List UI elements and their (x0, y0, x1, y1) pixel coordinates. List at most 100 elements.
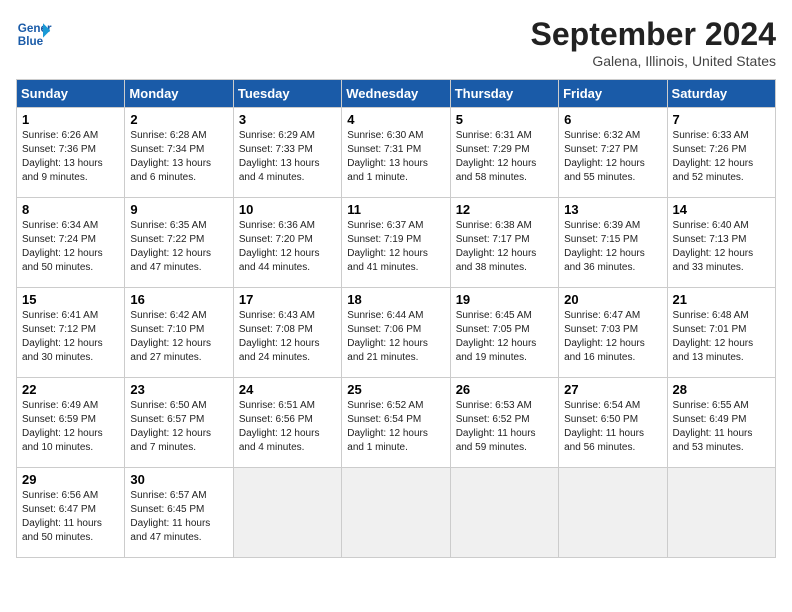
week-row-5: 29 Sunrise: 6:56 AMSunset: 6:47 PMDaylig… (17, 468, 776, 558)
day-info: Sunrise: 6:45 AMSunset: 7:05 PMDaylight:… (456, 310, 537, 363)
day-number: 25 (347, 382, 444, 397)
calendar-cell: 9 Sunrise: 6:35 AMSunset: 7:22 PMDayligh… (125, 198, 233, 288)
logo-icon: General Blue (16, 16, 52, 52)
calendar-cell: 19 Sunrise: 6:45 AMSunset: 7:05 PMDaylig… (450, 288, 558, 378)
day-number: 10 (239, 202, 336, 217)
day-number: 22 (22, 382, 119, 397)
day-info: Sunrise: 6:49 AMSunset: 6:59 PMDaylight:… (22, 400, 103, 453)
calendar-cell: 11 Sunrise: 6:37 AMSunset: 7:19 PMDaylig… (342, 198, 450, 288)
calendar-cell: 7 Sunrise: 6:33 AMSunset: 7:26 PMDayligh… (667, 108, 775, 198)
weekday-header-friday: Friday (559, 80, 667, 108)
day-info: Sunrise: 6:34 AMSunset: 7:24 PMDaylight:… (22, 220, 103, 273)
day-info: Sunrise: 6:31 AMSunset: 7:29 PMDaylight:… (456, 130, 537, 183)
day-info: Sunrise: 6:48 AMSunset: 7:01 PMDaylight:… (673, 310, 754, 363)
calendar-cell: 24 Sunrise: 6:51 AMSunset: 6:56 PMDaylig… (233, 378, 341, 468)
day-info: Sunrise: 6:41 AMSunset: 7:12 PMDaylight:… (22, 310, 103, 363)
day-number: 6 (564, 112, 661, 127)
day-info: Sunrise: 6:56 AMSunset: 6:47 PMDaylight:… (22, 490, 102, 543)
calendar-cell: 18 Sunrise: 6:44 AMSunset: 7:06 PMDaylig… (342, 288, 450, 378)
day-info: Sunrise: 6:37 AMSunset: 7:19 PMDaylight:… (347, 220, 428, 273)
day-number: 18 (347, 292, 444, 307)
calendar-cell: 20 Sunrise: 6:47 AMSunset: 7:03 PMDaylig… (559, 288, 667, 378)
day-number: 16 (130, 292, 227, 307)
day-number: 11 (347, 202, 444, 217)
day-info: Sunrise: 6:51 AMSunset: 6:56 PMDaylight:… (239, 400, 320, 453)
day-info: Sunrise: 6:52 AMSunset: 6:54 PMDaylight:… (347, 400, 428, 453)
day-number: 2 (130, 112, 227, 127)
day-number: 14 (673, 202, 770, 217)
day-info: Sunrise: 6:50 AMSunset: 6:57 PMDaylight:… (130, 400, 211, 453)
day-number: 17 (239, 292, 336, 307)
day-info: Sunrise: 6:38 AMSunset: 7:17 PMDaylight:… (456, 220, 537, 273)
week-row-2: 8 Sunrise: 6:34 AMSunset: 7:24 PMDayligh… (17, 198, 776, 288)
day-number: 3 (239, 112, 336, 127)
calendar-cell: 22 Sunrise: 6:49 AMSunset: 6:59 PMDaylig… (17, 378, 125, 468)
day-number: 23 (130, 382, 227, 397)
calendar-cell: 30 Sunrise: 6:57 AMSunset: 6:45 PMDaylig… (125, 468, 233, 558)
day-info: Sunrise: 6:33 AMSunset: 7:26 PMDaylight:… (673, 130, 754, 183)
calendar-cell (450, 468, 558, 558)
day-info: Sunrise: 6:57 AMSunset: 6:45 PMDaylight:… (130, 490, 210, 543)
calendar-cell (233, 468, 341, 558)
calendar-cell: 21 Sunrise: 6:48 AMSunset: 7:01 PMDaylig… (667, 288, 775, 378)
calendar-cell: 15 Sunrise: 6:41 AMSunset: 7:12 PMDaylig… (17, 288, 125, 378)
day-number: 21 (673, 292, 770, 307)
day-number: 12 (456, 202, 553, 217)
day-number: 29 (22, 472, 119, 487)
calendar-cell: 26 Sunrise: 6:53 AMSunset: 6:52 PMDaylig… (450, 378, 558, 468)
day-number: 27 (564, 382, 661, 397)
day-info: Sunrise: 6:39 AMSunset: 7:15 PMDaylight:… (564, 220, 645, 273)
calendar-cell (667, 468, 775, 558)
calendar-cell: 5 Sunrise: 6:31 AMSunset: 7:29 PMDayligh… (450, 108, 558, 198)
day-info: Sunrise: 6:35 AMSunset: 7:22 PMDaylight:… (130, 220, 211, 273)
calendar-cell: 28 Sunrise: 6:55 AMSunset: 6:49 PMDaylig… (667, 378, 775, 468)
day-number: 5 (456, 112, 553, 127)
day-info: Sunrise: 6:40 AMSunset: 7:13 PMDaylight:… (673, 220, 754, 273)
calendar-cell: 4 Sunrise: 6:30 AMSunset: 7:31 PMDayligh… (342, 108, 450, 198)
calendar-cell: 1 Sunrise: 6:26 AMSunset: 7:36 PMDayligh… (17, 108, 125, 198)
calendar-cell: 12 Sunrise: 6:38 AMSunset: 7:17 PMDaylig… (450, 198, 558, 288)
day-info: Sunrise: 6:55 AMSunset: 6:49 PMDaylight:… (673, 400, 753, 453)
svg-text:Blue: Blue (18, 35, 44, 48)
calendar-header-row: SundayMondayTuesdayWednesdayThursdayFrid… (17, 80, 776, 108)
calendar-cell: 8 Sunrise: 6:34 AMSunset: 7:24 PMDayligh… (17, 198, 125, 288)
day-number: 8 (22, 202, 119, 217)
weekday-header-thursday: Thursday (450, 80, 558, 108)
title-block: September 2024 Galena, Illinois, United … (531, 16, 776, 69)
calendar-cell: 23 Sunrise: 6:50 AMSunset: 6:57 PMDaylig… (125, 378, 233, 468)
day-info: Sunrise: 6:26 AMSunset: 7:36 PMDaylight:… (22, 130, 103, 183)
day-number: 1 (22, 112, 119, 127)
day-info: Sunrise: 6:44 AMSunset: 7:06 PMDaylight:… (347, 310, 428, 363)
weekday-header-monday: Monday (125, 80, 233, 108)
day-info: Sunrise: 6:54 AMSunset: 6:50 PMDaylight:… (564, 400, 644, 453)
day-number: 9 (130, 202, 227, 217)
day-number: 30 (130, 472, 227, 487)
calendar-cell: 13 Sunrise: 6:39 AMSunset: 7:15 PMDaylig… (559, 198, 667, 288)
day-number: 15 (22, 292, 119, 307)
calendar-cell: 27 Sunrise: 6:54 AMSunset: 6:50 PMDaylig… (559, 378, 667, 468)
calendar-cell: 14 Sunrise: 6:40 AMSunset: 7:13 PMDaylig… (667, 198, 775, 288)
calendar-cell: 10 Sunrise: 6:36 AMSunset: 7:20 PMDaylig… (233, 198, 341, 288)
calendar-cell: 2 Sunrise: 6:28 AMSunset: 7:34 PMDayligh… (125, 108, 233, 198)
day-info: Sunrise: 6:29 AMSunset: 7:33 PMDaylight:… (239, 130, 320, 183)
calendar-cell (342, 468, 450, 558)
calendar-cell (559, 468, 667, 558)
calendar-cell: 6 Sunrise: 6:32 AMSunset: 7:27 PMDayligh… (559, 108, 667, 198)
calendar-cell: 25 Sunrise: 6:52 AMSunset: 6:54 PMDaylig… (342, 378, 450, 468)
weekday-header-sunday: Sunday (17, 80, 125, 108)
calendar-table: SundayMondayTuesdayWednesdayThursdayFrid… (16, 79, 776, 558)
week-row-4: 22 Sunrise: 6:49 AMSunset: 6:59 PMDaylig… (17, 378, 776, 468)
day-info: Sunrise: 6:42 AMSunset: 7:10 PMDaylight:… (130, 310, 211, 363)
day-number: 7 (673, 112, 770, 127)
calendar-cell: 29 Sunrise: 6:56 AMSunset: 6:47 PMDaylig… (17, 468, 125, 558)
calendar-cell: 17 Sunrise: 6:43 AMSunset: 7:08 PMDaylig… (233, 288, 341, 378)
week-row-3: 15 Sunrise: 6:41 AMSunset: 7:12 PMDaylig… (17, 288, 776, 378)
calendar-cell: 3 Sunrise: 6:29 AMSunset: 7:33 PMDayligh… (233, 108, 341, 198)
weekday-header-wednesday: Wednesday (342, 80, 450, 108)
day-number: 20 (564, 292, 661, 307)
weekday-header-saturday: Saturday (667, 80, 775, 108)
location-title: Galena, Illinois, United States (531, 53, 776, 69)
calendar-body: 1 Sunrise: 6:26 AMSunset: 7:36 PMDayligh… (17, 108, 776, 558)
week-row-1: 1 Sunrise: 6:26 AMSunset: 7:36 PMDayligh… (17, 108, 776, 198)
page-header: General Blue September 2024 Galena, Illi… (16, 16, 776, 69)
